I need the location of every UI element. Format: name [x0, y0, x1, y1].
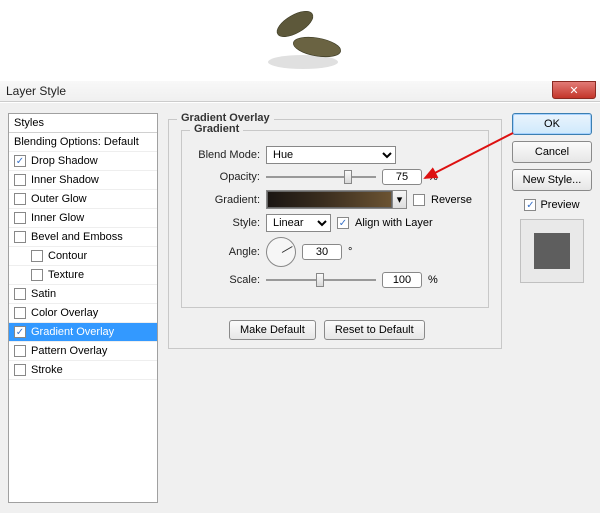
- checkbox[interactable]: [14, 231, 26, 243]
- sidebar-item-label: Texture: [48, 269, 84, 281]
- angle-value[interactable]: 30: [302, 244, 342, 260]
- preview-thumbnail: [520, 219, 584, 283]
- sidebar-item-label: Pattern Overlay: [31, 345, 107, 357]
- sidebar-item-label: Stroke: [31, 364, 63, 376]
- new-style-button[interactable]: New Style...: [512, 169, 592, 191]
- style-label: Style:: [190, 217, 260, 229]
- sidebar-item-texture[interactable]: Texture: [9, 266, 157, 285]
- checkbox[interactable]: [14, 193, 26, 205]
- sidebar-item-label: Inner Shadow: [31, 174, 99, 186]
- sidebar-item-satin[interactable]: Satin: [9, 285, 157, 304]
- sidebar-item-contour[interactable]: Contour: [9, 247, 157, 266]
- checkbox[interactable]: [14, 212, 26, 224]
- scale-slider[interactable]: [266, 273, 376, 287]
- styles-sidebar: Styles Blending Options: Default Drop Sh…: [8, 113, 158, 503]
- chevron-down-icon: ▾: [392, 191, 406, 208]
- sidebar-item-inner-shadow[interactable]: Inner Shadow: [9, 171, 157, 190]
- titlebar: Layer Style: [0, 81, 600, 102]
- reverse-label: Reverse: [431, 194, 472, 206]
- sidebar-item-gradient-overlay[interactable]: Gradient Overlay: [9, 323, 157, 342]
- dialog-body: Styles Blending Options: Default Drop Sh…: [0, 103, 600, 513]
- opacity-value[interactable]: 75: [382, 169, 422, 185]
- right-column: OK Cancel New Style... Preview: [512, 113, 592, 503]
- align-label: Align with Layer: [355, 217, 433, 229]
- checkbox[interactable]: [14, 326, 26, 338]
- opacity-label: Opacity:: [190, 171, 260, 183]
- scale-value[interactable]: 100: [382, 272, 422, 288]
- opacity-unit: %: [428, 171, 438, 183]
- sidebar-blending-options[interactable]: Blending Options: Default: [9, 133, 157, 152]
- checkbox[interactable]: [14, 174, 26, 186]
- sidebar-item-label: Satin: [31, 288, 56, 300]
- reverse-checkbox[interactable]: [413, 194, 425, 206]
- gradient-overlay-fieldset: Gradient Overlay Gradient Blend Mode: Hu…: [168, 119, 502, 349]
- angle-unit: °: [348, 246, 352, 258]
- gradient-picker[interactable]: ▾: [266, 190, 407, 209]
- sidebar-item-color-overlay[interactable]: Color Overlay: [9, 304, 157, 323]
- sidebar-item-label: Gradient Overlay: [31, 326, 114, 338]
- sidebar-item-bevel-and-emboss[interactable]: Bevel and Emboss: [9, 228, 157, 247]
- dialog-title: Layer Style: [6, 84, 66, 98]
- checkbox[interactable]: [14, 345, 26, 357]
- align-checkbox[interactable]: [337, 217, 349, 229]
- sidebar-item-label: Contour: [48, 250, 87, 262]
- gradient-group: Gradient Blend Mode: Hue Opacity: 75: [181, 130, 489, 308]
- sidebar-item-pattern-overlay[interactable]: Pattern Overlay: [9, 342, 157, 361]
- scale-unit: %: [428, 274, 438, 286]
- gradient-swatch: [267, 191, 392, 208]
- sidebar-item-label: Inner Glow: [31, 212, 84, 224]
- style-select[interactable]: Linear: [266, 214, 331, 232]
- checkbox[interactable]: [31, 250, 43, 262]
- opacity-slider[interactable]: [266, 170, 376, 184]
- angle-label: Angle:: [190, 246, 260, 258]
- ok-button[interactable]: OK: [512, 113, 592, 135]
- group-title: Gradient: [190, 123, 243, 135]
- sidebar-item-outer-glow[interactable]: Outer Glow: [9, 190, 157, 209]
- scale-label: Scale:: [190, 274, 260, 286]
- sidebar-item-label: Drop Shadow: [31, 155, 98, 167]
- main-panel: Gradient Overlay Gradient Blend Mode: Hu…: [168, 113, 502, 503]
- make-default-button[interactable]: Make Default: [229, 320, 316, 340]
- checkbox[interactable]: [14, 288, 26, 300]
- blend-mode-select[interactable]: Hue: [266, 146, 396, 164]
- checkbox[interactable]: [14, 155, 26, 167]
- checkbox[interactable]: [14, 307, 26, 319]
- cancel-button[interactable]: Cancel: [512, 141, 592, 163]
- sidebar-item-stroke[interactable]: Stroke: [9, 361, 157, 380]
- reset-default-button[interactable]: Reset to Default: [324, 320, 425, 340]
- angle-dial[interactable]: [266, 237, 296, 267]
- close-button[interactable]: ✕: [552, 81, 596, 99]
- sidebar-item-label: Bevel and Emboss: [31, 231, 123, 243]
- leaves-decoration: [245, 0, 365, 80]
- sidebar-item-label: Outer Glow: [31, 193, 87, 205]
- checkbox[interactable]: [14, 364, 26, 376]
- preview-label: Preview: [540, 199, 579, 211]
- blend-mode-label: Blend Mode:: [190, 149, 260, 161]
- sidebar-item-label: Color Overlay: [31, 307, 98, 319]
- preview-checkbox[interactable]: [524, 199, 536, 211]
- sidebar-item-drop-shadow[interactable]: Drop Shadow: [9, 152, 157, 171]
- checkbox[interactable]: [31, 269, 43, 281]
- sidebar-header[interactable]: Styles: [9, 114, 157, 133]
- sidebar-item-inner-glow[interactable]: Inner Glow: [9, 209, 157, 228]
- gradient-label: Gradient:: [190, 194, 260, 206]
- close-icon: ✕: [569, 84, 578, 97]
